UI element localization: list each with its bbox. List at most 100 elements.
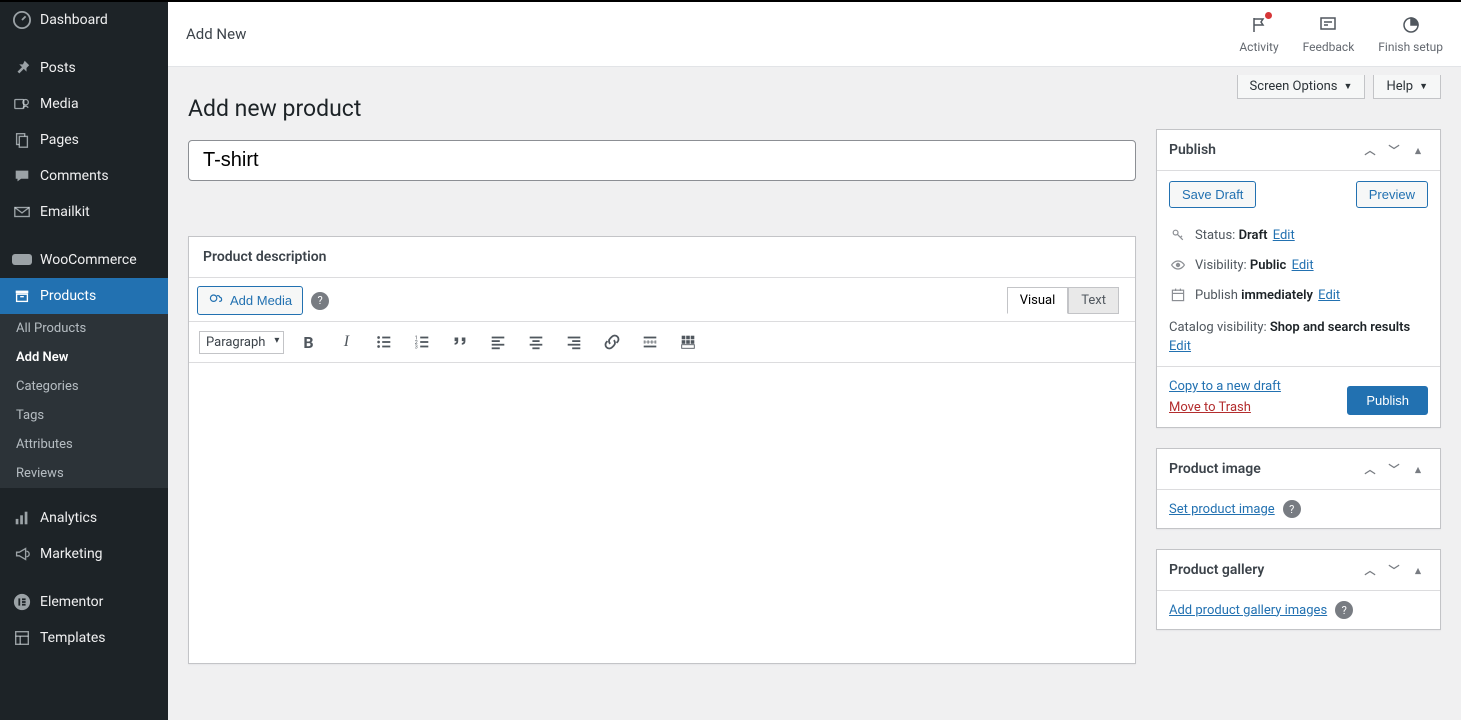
toggle-panel-icon[interactable]: ▴ — [1408, 459, 1428, 479]
topbar-finish-setup[interactable]: Finish setup — [1378, 14, 1443, 54]
screen-options-toggle[interactable]: Screen Options▼ — [1237, 75, 1366, 99]
topbar-action-label: Finish setup — [1378, 40, 1443, 54]
postbox-title: Product description — [203, 249, 326, 265]
bullet-list-button[interactable] — [370, 328, 398, 356]
feedback-icon — [1317, 14, 1339, 36]
eye-icon — [1169, 256, 1187, 274]
product-title-input[interactable] — [188, 140, 1136, 181]
move-to-trash-link[interactable]: Move to Trash — [1169, 400, 1281, 415]
toggle-panel-icon[interactable]: ▴ — [1408, 140, 1428, 160]
numbered-list-button[interactable]: 123 — [408, 328, 436, 356]
move-up-icon[interactable]: ︿ — [1360, 560, 1380, 580]
add-gallery-images-link[interactable]: Add product gallery images — [1169, 603, 1327, 618]
submenu-attributes[interactable]: Attributes — [0, 430, 168, 459]
add-media-button[interactable]: Add Media — [197, 286, 303, 315]
toggle-panel-icon[interactable]: ▴ — [1408, 560, 1428, 580]
pages-icon — [12, 130, 32, 150]
topbar-feedback[interactable]: Feedback — [1303, 14, 1355, 54]
admin-sidebar: Dashboard Posts Media Pages Comments Ema… — [0, 2, 168, 720]
paragraph-select[interactable]: Paragraph — [199, 331, 284, 354]
submenu-reviews[interactable]: Reviews — [0, 459, 168, 488]
align-right-button[interactable] — [560, 328, 588, 356]
align-left-button[interactable] — [484, 328, 512, 356]
chart-icon — [12, 508, 32, 528]
sidebar-item-label: Templates — [40, 630, 106, 646]
sidebar-item-dashboard[interactable]: Dashboard — [0, 2, 168, 38]
elementor-icon — [12, 592, 32, 612]
products-submenu: All Products Add New Categories Tags Att… — [0, 314, 168, 488]
submenu-categories[interactable]: Categories — [0, 372, 168, 401]
help-icon[interactable]: ? — [1335, 601, 1353, 619]
topbar-action-label: Activity — [1239, 40, 1278, 54]
align-center-button[interactable] — [522, 328, 550, 356]
notification-dot — [1265, 12, 1272, 19]
move-down-icon[interactable]: ﹀ — [1384, 459, 1404, 479]
sidebar-item-elementor[interactable]: Elementor — [0, 584, 168, 620]
bold-button[interactable]: B — [294, 328, 322, 356]
sidebar-item-media[interactable]: Media — [0, 86, 168, 122]
archive-icon — [12, 286, 32, 306]
link-button[interactable] — [598, 328, 626, 356]
sidebar-item-label: Media — [40, 96, 79, 112]
sidebar-item-label: Marketing — [40, 546, 103, 562]
sidebar-item-comments[interactable]: Comments — [0, 158, 168, 194]
help-icon[interactable]: ? — [311, 292, 329, 310]
move-up-icon[interactable]: ︿ — [1360, 459, 1380, 479]
chevron-down-icon: ▼ — [1344, 81, 1353, 92]
sidebar-item-woocommerce[interactable]: WooCommerce — [0, 242, 168, 278]
copy-draft-link[interactable]: Copy to a new draft — [1169, 379, 1281, 394]
comment-icon — [12, 166, 32, 186]
templates-icon — [12, 628, 32, 648]
submenu-add-new[interactable]: Add New — [0, 343, 168, 372]
blockquote-button[interactable] — [446, 328, 474, 356]
megaphone-icon — [12, 544, 32, 564]
flag-icon — [1248, 14, 1270, 36]
sidebar-item-templates[interactable]: Templates — [0, 620, 168, 656]
metabox-title: Publish — [1169, 142, 1216, 158]
move-up-icon[interactable]: ︿ — [1360, 140, 1380, 160]
dashboard-icon — [12, 10, 32, 30]
submenu-all-products[interactable]: All Products — [0, 314, 168, 343]
sidebar-item-posts[interactable]: Posts — [0, 50, 168, 86]
submenu-tags[interactable]: Tags — [0, 401, 168, 430]
sidebar-item-label: Analytics — [40, 510, 97, 526]
media-icon — [12, 94, 32, 114]
preview-button[interactable]: Preview — [1356, 181, 1428, 208]
sidebar-item-label: Emailkit — [40, 204, 90, 220]
read-more-button[interactable] — [636, 328, 664, 356]
save-draft-button[interactable]: Save Draft — [1169, 181, 1256, 208]
help-toggle[interactable]: Help▼ — [1373, 75, 1441, 99]
sidebar-item-marketing[interactable]: Marketing — [0, 536, 168, 572]
sidebar-item-label: Posts — [40, 60, 76, 76]
sidebar-item-products[interactable]: Products — [0, 278, 168, 314]
edit-status-link[interactable]: Edit — [1273, 228, 1295, 243]
pin-icon — [12, 58, 32, 78]
sidebar-item-analytics[interactable]: Analytics — [0, 500, 168, 536]
move-down-icon[interactable]: ﹀ — [1384, 140, 1404, 160]
sidebar-item-label: WooCommerce — [40, 252, 137, 268]
sidebar-item-label: Pages — [40, 132, 79, 148]
italic-button[interactable]: I — [332, 328, 360, 356]
page-heading: Add new product — [188, 95, 1136, 122]
move-down-icon[interactable]: ﹀ — [1384, 560, 1404, 580]
editor-tab-visual[interactable]: Visual — [1007, 287, 1069, 314]
editor-canvas[interactable] — [189, 363, 1135, 663]
product-description-box: Product description Add Media ? Visual T… — [188, 236, 1136, 664]
set-product-image-link[interactable]: Set product image — [1169, 502, 1275, 517]
toolbar-toggle-button[interactable] — [674, 328, 702, 356]
chevron-down-icon: ▼ — [1419, 81, 1428, 92]
sidebar-item-label: Products — [40, 288, 96, 304]
sidebar-item-pages[interactable]: Pages — [0, 122, 168, 158]
editor-tab-text[interactable]: Text — [1068, 287, 1119, 314]
sidebar-item-emailkit[interactable]: Emailkit — [0, 194, 168, 230]
main-content: Add New Activity Feedback Finish setup — [168, 2, 1461, 720]
metabox-title: Product image — [1169, 461, 1261, 477]
topbar-activity[interactable]: Activity — [1239, 14, 1278, 54]
edit-visibility-link[interactable]: Edit — [1292, 258, 1314, 273]
publish-button[interactable]: Publish — [1347, 386, 1428, 415]
help-icon[interactable]: ? — [1283, 500, 1301, 518]
edit-catalog-link[interactable]: Edit — [1169, 339, 1428, 354]
media-icon — [208, 291, 224, 310]
topbar-action-label: Feedback — [1303, 40, 1355, 54]
edit-date-link[interactable]: Edit — [1318, 288, 1340, 303]
